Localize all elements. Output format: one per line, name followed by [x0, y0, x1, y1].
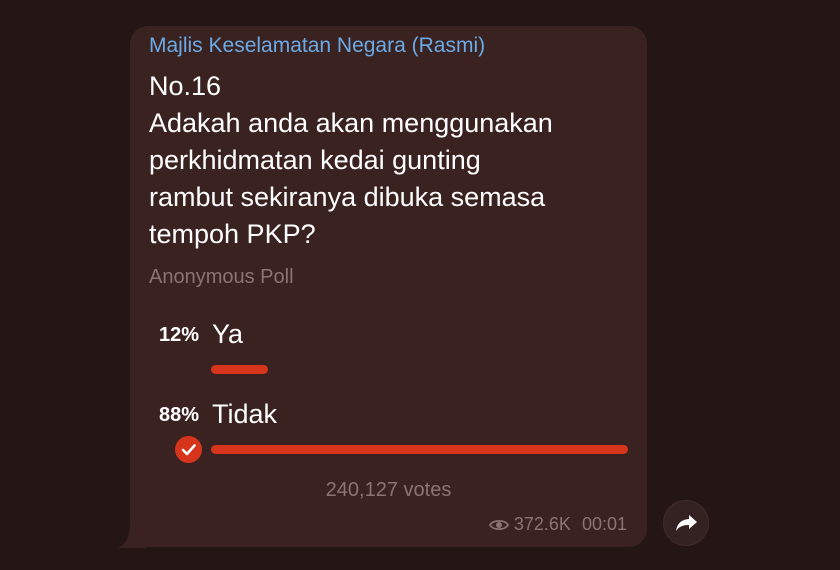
poll-question-line: tempoh PKP? [149, 219, 316, 249]
eye-icon [488, 519, 509, 530]
poll-type-label: Anonymous Poll [149, 266, 294, 288]
option-bar-fill [211, 445, 629, 454]
message-bubble[interactable]: Majlis Keselamatan Negara (Rasmi) No.16 … [130, 26, 647, 547]
poll-question-line: Adakah anda akan menggunakan [149, 108, 553, 138]
chat-view: Majlis Keselamatan Negara (Rasmi) No.16 … [0, 0, 840, 570]
option-bar-fill [211, 365, 268, 374]
share-button[interactable] [663, 500, 709, 546]
option-percent: 88% [158, 404, 199, 426]
poll-question: No.16 Adakah anda akan menggunakan perkh… [149, 68, 639, 253]
share-arrow-icon [676, 515, 697, 531]
channel-name[interactable]: Majlis Keselamatan Negara (Rasmi) [149, 34, 485, 58]
option-label: Tidak [212, 399, 278, 429]
option-label: Ya [212, 319, 244, 349]
option-percent: 12% [158, 324, 199, 346]
check-circle-icon [175, 436, 202, 463]
vote-count: 240,127 votes [325, 479, 452, 501]
view-count: 372.6K [513, 514, 571, 534]
option-bar [211, 365, 629, 374]
poll-question-line: perkhidmatan kedai gunting [149, 145, 481, 175]
poll-question-line: rambut sekiranya dibuka semasa [149, 182, 546, 212]
option-bar [211, 445, 629, 454]
poll-question-line: No.16 [149, 71, 222, 101]
message-time: 00:01 [581, 514, 627, 534]
message-meta: 372.6K 00:01 [488, 514, 627, 535]
